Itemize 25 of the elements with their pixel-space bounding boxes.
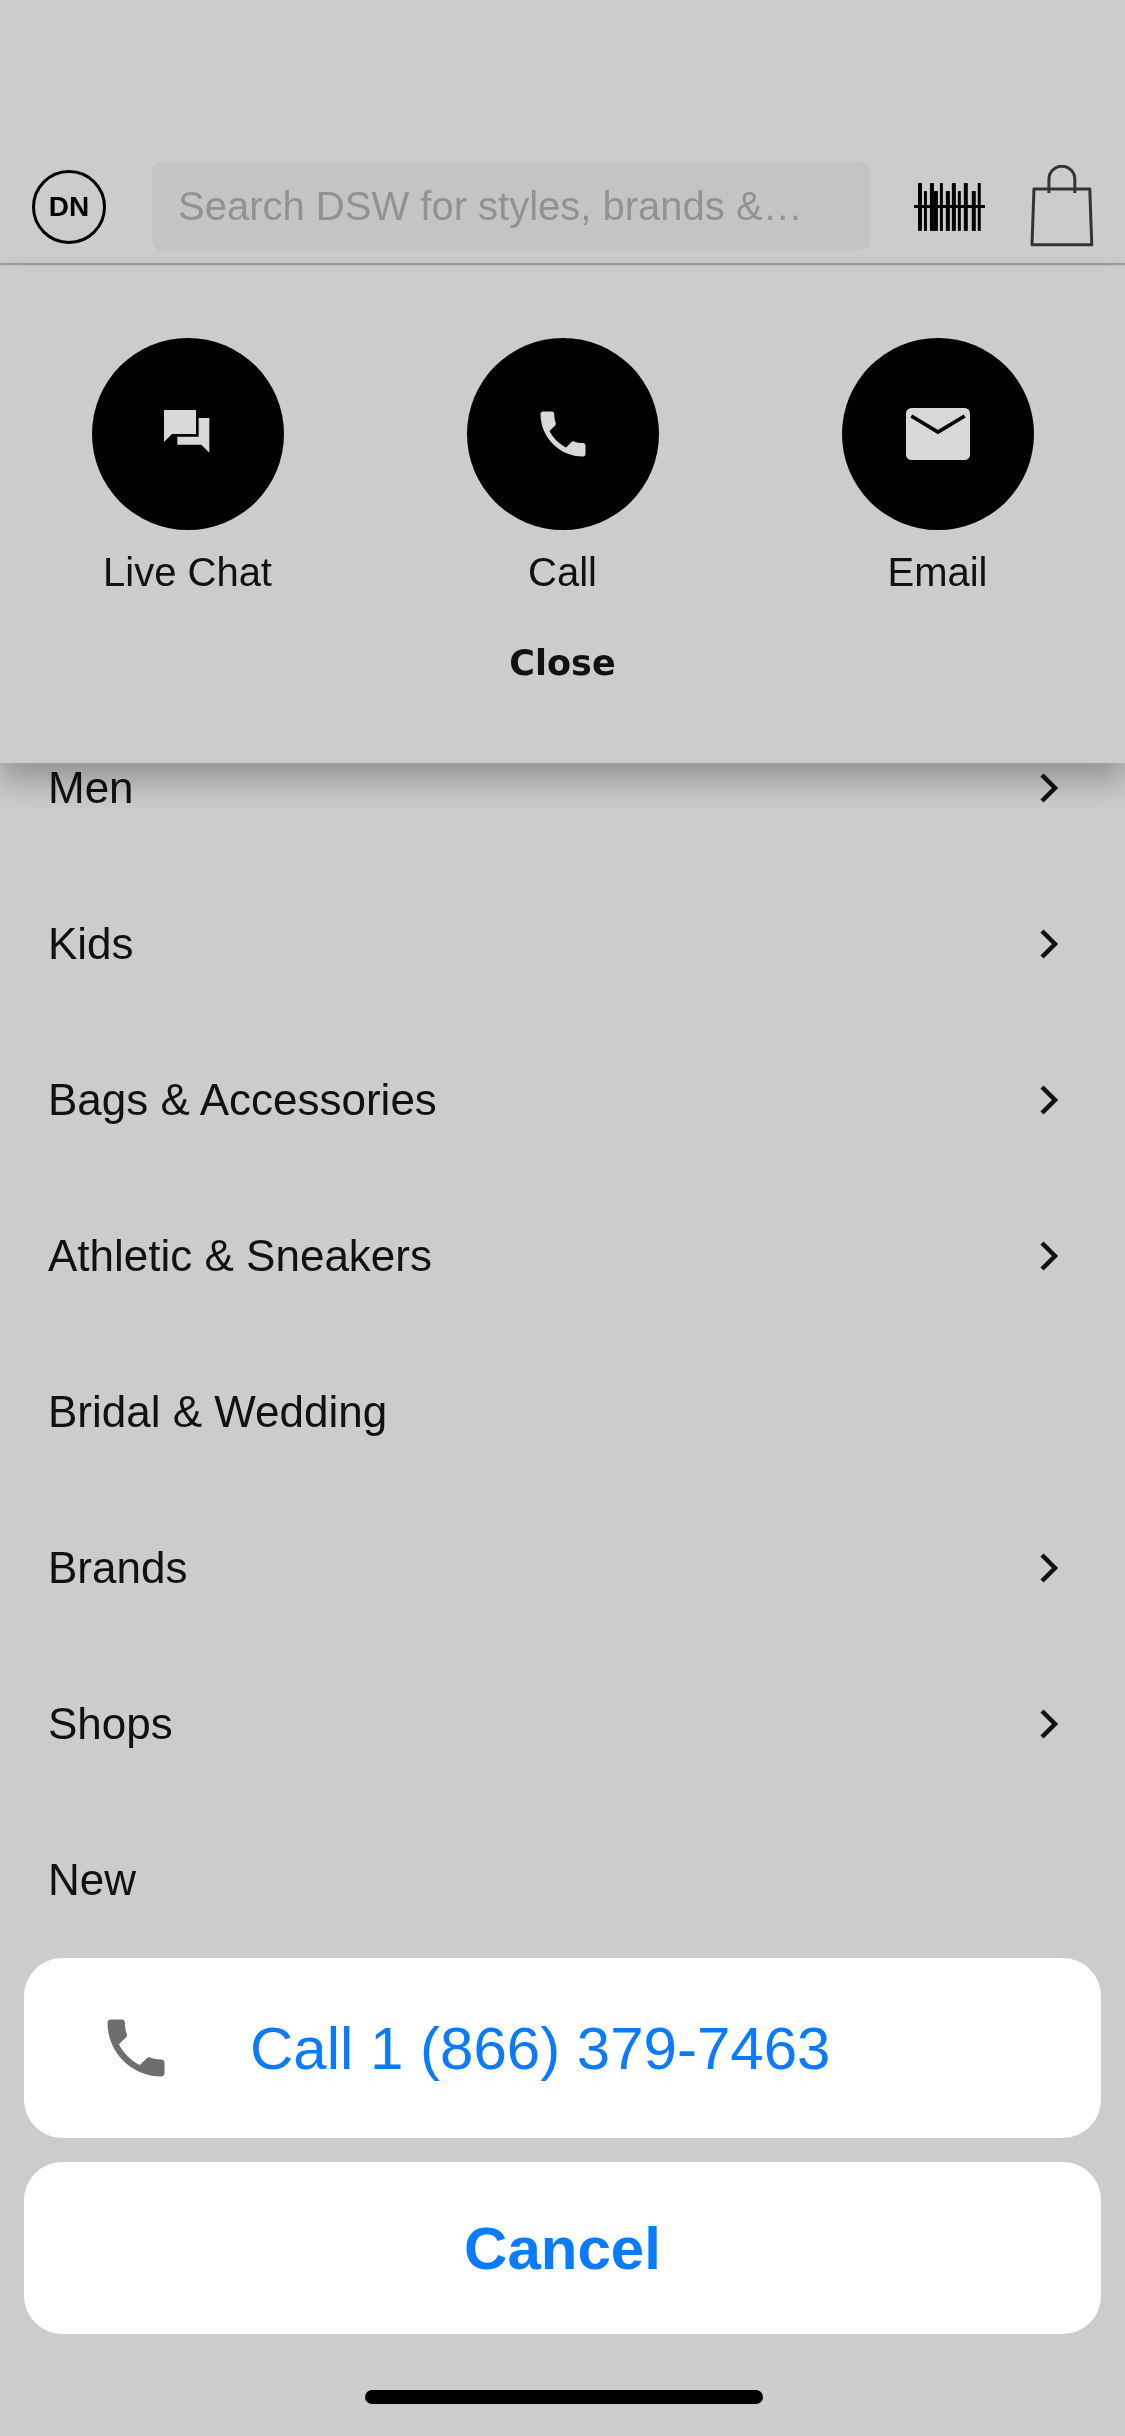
menu-item[interactable]: Kids	[0, 866, 1125, 1022]
menu-item-label: Shops	[48, 1699, 173, 1749]
close-button[interactable]: Close	[499, 639, 626, 687]
menu-item[interactable]: Men	[0, 710, 1125, 866]
option-label: Live Chat	[103, 550, 272, 595]
call-action-button[interactable]: Call 1 (866) 379-7463	[24, 1958, 1101, 2138]
menu-item[interactable]: Bags & Accessories	[0, 1022, 1125, 1178]
menu-item[interactable]: Shops	[0, 1646, 1125, 1802]
cancel-button[interactable]: Cancel	[24, 2162, 1101, 2334]
menu-item-label: Athletic & Sneakers	[48, 1231, 432, 1281]
shopping-bag-icon[interactable]	[1029, 164, 1095, 249]
menu-item[interactable]: Athletic & Sneakers	[0, 1178, 1125, 1334]
menu-item-label: New	[48, 1855, 137, 1905]
account-avatar[interactable]: DN	[32, 169, 106, 244]
menu-item-label: Men	[48, 763, 134, 813]
option-label: Call	[528, 550, 597, 595]
menu-item-label: Bridal & Wedding	[48, 1387, 388, 1437]
menu-item[interactable]: Bridal & Wedding	[0, 1334, 1125, 1490]
menu-item[interactable]: New	[0, 1802, 1125, 1958]
menu-item-label: Bags & Accessories	[48, 1075, 437, 1125]
menu-item-label: Kids	[48, 919, 134, 969]
envelope-icon	[905, 408, 970, 460]
menu-item-label: Brands	[48, 1543, 188, 1593]
menu-item[interactable]: Brands	[0, 1490, 1125, 1646]
option-label: Email	[887, 550, 988, 595]
